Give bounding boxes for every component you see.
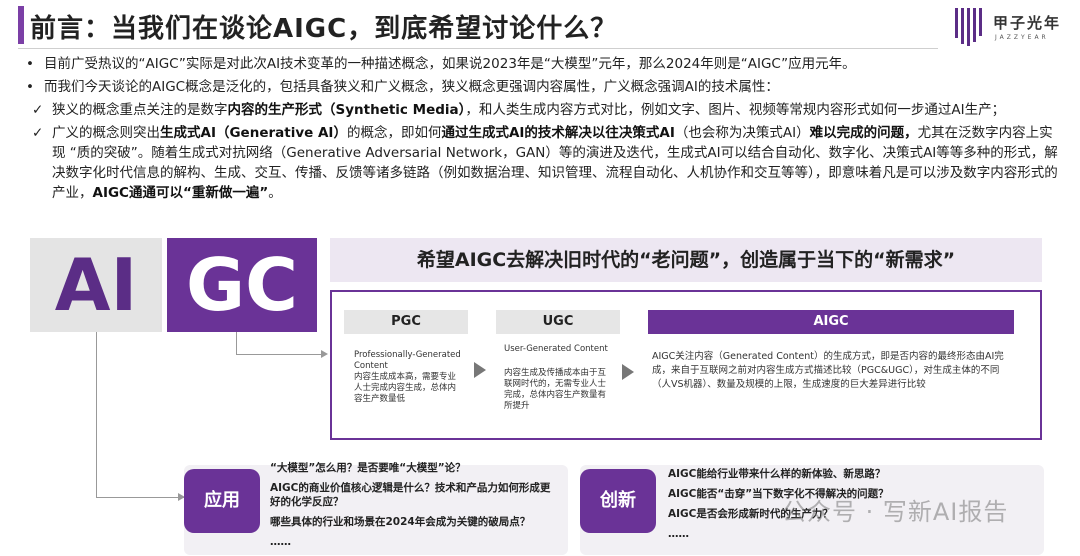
question: …… (270, 536, 291, 548)
question: …… (668, 528, 689, 540)
title-divider (18, 48, 938, 49)
ai-label: AI (54, 243, 138, 327)
innovation-pill: 创新 (580, 469, 656, 533)
aigc-tag: AIGC (648, 310, 1014, 334)
check-icon: ✓ (32, 125, 44, 141)
brand-logo: 甲子光年 JAZZYEAR (955, 8, 1065, 48)
connector-arrow-icon (321, 350, 328, 358)
ugc-en: User-Generated Content (504, 344, 608, 354)
question: AIGC能给行业带来什么样的新体验、新思路？ (668, 468, 886, 480)
intro-bullets: 目前广受热议的“AIGC”实际是对此次AI技术变革的一种描述概念，如果说2023… (22, 54, 1062, 206)
check-icon: ✓ (32, 102, 44, 118)
title-accent-bar (18, 6, 24, 44)
question: AIGC的商业价值核心逻辑是什么？技术和产品力如何形成更好的化学反应？ (270, 482, 551, 508)
check-item-narrow: ✓ 狭义的概念重点关注的是数字内容的生产形式（Synthetic Media），… (32, 102, 1006, 118)
connector-line (96, 497, 184, 498)
bullet-1: 目前广受热议的“AIGC”实际是对此次AI技术变革的一种描述概念，如果说2023… (22, 54, 1062, 74)
check-item-broad: ✓ 广义的概念则突出生成式AI（Generative AI）的概念，即如何通过生… (32, 125, 1058, 201)
connector-line (236, 354, 326, 355)
ai-block: AI (30, 238, 162, 332)
application-pill: 应用 (184, 469, 260, 533)
application-questions: “大模型”怎么用？是否要唯“大模型”论？ AIGC的商业价值核心逻辑是什么？技术… (270, 461, 560, 555)
connector-line (236, 332, 237, 354)
headline-text: 希望AIGC去解决旧时代的“老问题”，创造属于当下的“新需求” (416, 249, 956, 271)
pgc-en: Professionally-Generated Content (354, 350, 461, 371)
application-card: 应用 “大模型”怎么用？是否要唯“大模型”论？ AIGC的商业价值核心逻辑是什么… (184, 462, 568, 555)
logo-name-en: JAZZYEAR (995, 34, 1049, 41)
gc-label: GC (186, 243, 298, 327)
question: “大模型”怎么用？是否要唯“大模型”论？ (270, 462, 466, 474)
bullet-2: 而我们今天谈论的AIGC概念是泛化的，包括具备狭义和广义概念，狭义概念更强调内容… (22, 77, 1062, 97)
logo-name-cn: 甲子光年 (993, 14, 1062, 32)
connector-line (96, 332, 97, 498)
headline-banner: 希望AIGC去解决旧时代的“老问题”，创造属于当下的“新需求” (330, 238, 1042, 282)
pgc-tag: PGC (344, 310, 468, 334)
gc-block: GC (167, 238, 317, 332)
aigc-desc: AIGC关注内容（Generated Content）的生成方式，即是否内容的最… (652, 351, 1004, 390)
page-title: 前言：当我们在谈论AIGC，到底希望讨论什么？ (30, 14, 618, 44)
ugc-tag: UGC (496, 310, 620, 334)
logo-mark-icon (955, 8, 989, 46)
watermark-text: 公众号 · 写新AI报告 (782, 498, 1009, 526)
question: 哪些具体的行业和场景在2024年会成为关键的破局点？ (270, 516, 531, 528)
pgc-desc: 内容生成成本高，需要专业人士完成内容生成，总体内容生产数量低 (354, 372, 457, 404)
content-evolution-frame: PGC Professionally-Generated Content 内容生… (330, 290, 1042, 440)
arrow-right-icon (474, 362, 486, 378)
ugc-desc: 内容生成及传播成本由于互联网时代的，无需专业人士完成，总体内容生产数量有所提升 (504, 368, 607, 411)
arrow-right-icon (622, 364, 634, 380)
